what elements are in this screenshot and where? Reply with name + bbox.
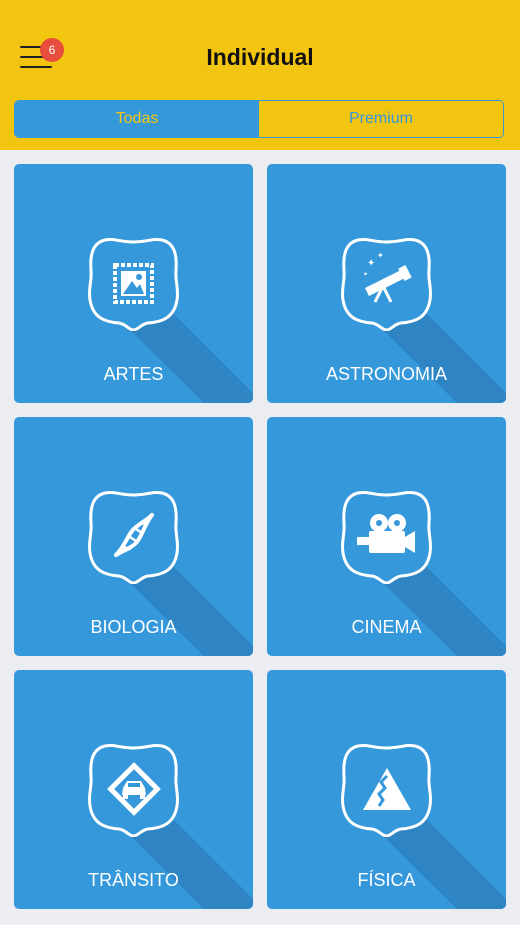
category-card-artes[interactable]: ARTES [14, 164, 253, 403]
svg-text:✦: ✦ [367, 258, 375, 269]
svg-text:✦: ✦ [377, 251, 384, 260]
telescope-icon: ✦ ✦ ✦ [340, 237, 433, 331]
category-label: ASTRONOMIA [325, 364, 447, 384]
tab-premium[interactable]: Premium [259, 101, 503, 137]
category-label: TRÂNSITO [88, 870, 179, 890]
app-header: 6 Individual Todas Premium [0, 0, 520, 150]
category-card-transito[interactable]: TRÂNSITO [14, 670, 253, 909]
category-label: CINEMA [351, 617, 422, 637]
category-card-fisica[interactable]: FÍSICA [267, 670, 506, 909]
category-card-cinema[interactable]: CINEMA [267, 417, 506, 656]
filter-tabs: Todas Premium [14, 100, 504, 138]
category-label: ARTES [103, 364, 164, 384]
stamp-picture-icon [87, 237, 180, 331]
movie-camera-icon [340, 490, 433, 584]
mountain-icon [340, 743, 433, 837]
category-label: BIOLOGIA [90, 617, 177, 637]
category-card-biologia[interactable]: BIOLOGIA [14, 417, 253, 656]
category-label: FÍSICA [357, 870, 416, 890]
dna-icon [87, 490, 180, 584]
svg-text:✦: ✦ [363, 271, 368, 278]
page-title: Individual [206, 44, 314, 70]
category-card-astronomia[interactable]: ✦ ✦ ✦ ASTRONOMIA [267, 164, 506, 403]
tab-todas[interactable]: Todas [15, 101, 259, 137]
car-road-sign-icon [87, 743, 180, 837]
